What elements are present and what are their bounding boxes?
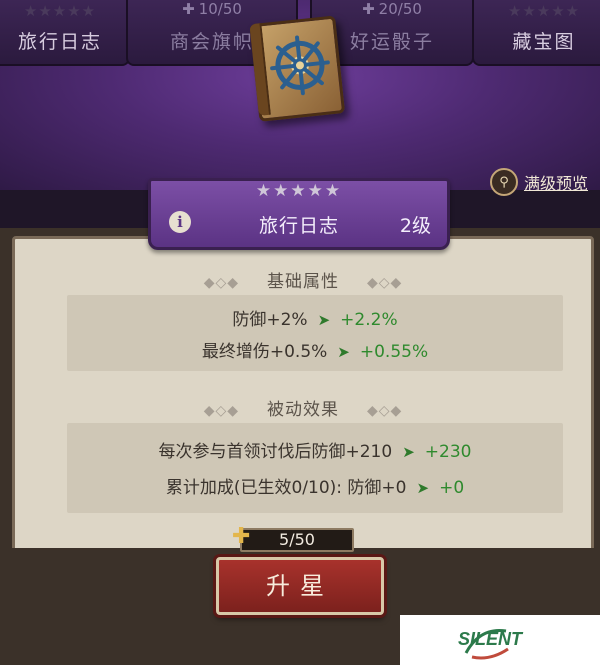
ornament-left-icon: ◆◇◆ bbox=[203, 275, 239, 291]
artifact-level: 2级 bbox=[399, 215, 431, 237]
stat-next: +2.2% bbox=[340, 310, 398, 330]
stat-next: +0.55% bbox=[359, 342, 429, 362]
artifact-banner: ★★★★★ i 旅行日志 2级 bbox=[148, 178, 450, 250]
passive-header: ◆◇◆ 被动效果 ◆◇◆ bbox=[15, 395, 591, 420]
puzzle-icon: ✚ bbox=[232, 524, 251, 549]
stat-current: 最终增伤+0.5% bbox=[201, 342, 328, 362]
section-title: 被动效果 bbox=[267, 400, 339, 420]
magnifier-icon: ⚲ bbox=[489, 168, 518, 196]
tab-label: 藏宝图 bbox=[512, 31, 576, 53]
tab-stars: ★★★★★ bbox=[507, 2, 581, 20]
tab-label: 旅行日志 bbox=[17, 31, 102, 53]
stat-current: 每次参与首领讨伐后防御+210 bbox=[158, 442, 393, 462]
stat-row: 每次参与首领讨伐后防御+210 ➤ +230 bbox=[67, 437, 563, 462]
watermark-text: SILENT bbox=[458, 629, 523, 649]
arrow-right-icon: ➤ bbox=[416, 479, 430, 497]
tab-stars: ★★★★★ bbox=[23, 2, 97, 20]
puzzle-icon: ✚ bbox=[182, 0, 195, 18]
section-title: 基础属性 bbox=[267, 272, 339, 292]
stat-row: 防御+2% ➤ +2.2% bbox=[67, 305, 563, 330]
puzzle-icon: ✚ bbox=[362, 0, 375, 18]
ornament-right-icon: ◆◇◆ bbox=[367, 275, 403, 291]
stat-row: 最终增伤+0.5% ➤ +0.55% bbox=[67, 337, 563, 362]
upgrade-star-button[interactable]: 升星 bbox=[216, 557, 384, 615]
full-level-preview[interactable]: ⚲ 满级预览 bbox=[489, 168, 588, 196]
tab-progress-value: 20/50 bbox=[378, 0, 422, 18]
stat-current: 累计加成(已生效0/10): 防御+0 bbox=[165, 478, 407, 498]
arrow-right-icon: ➤ bbox=[337, 343, 350, 361]
stat-current: 防御+2% bbox=[232, 310, 308, 330]
watermark-logo: SILENT bbox=[400, 615, 600, 665]
shard-progress: 5/50 bbox=[240, 528, 354, 552]
travel-log-book-icon bbox=[243, 9, 346, 122]
passive-box: 每次参与首领讨伐后防御+210 ➤ +230 累计加成(已生效0/10): 防御+0… bbox=[67, 423, 563, 513]
stat-next: +230 bbox=[424, 442, 472, 462]
stat-next: +0 bbox=[439, 478, 465, 498]
tab-progress: ✚ 20/50 bbox=[312, 0, 472, 18]
preview-label: 满级预览 bbox=[523, 174, 588, 193]
base-attrs-box: 防御+2% ➤ +2.2% 最终增伤+0.5% ➤ +0.55% bbox=[67, 295, 563, 371]
star-rating: ★★★★★ bbox=[255, 181, 343, 201]
tab-travel-log[interactable]: ★★★★★ 旅行日志 bbox=[0, 0, 130, 66]
base-attrs-header: ◆◇◆ 基础属性 ◆◇◆ bbox=[15, 267, 591, 292]
arrow-right-icon: ➤ bbox=[317, 311, 331, 329]
arrow-right-icon: ➤ bbox=[402, 443, 415, 461]
tab-treasure-map[interactable]: ★★★★★ 藏宝图 bbox=[472, 0, 600, 66]
ornament-right-icon: ◆◇◆ bbox=[367, 403, 403, 419]
ornament-left-icon: ◆◇◆ bbox=[203, 403, 239, 419]
stat-row: 累计加成(已生效0/10): 防御+0 ➤ +0 bbox=[67, 473, 563, 498]
stats-panel: ◆◇◆ 基础属性 ◆◇◆ 防御+2% ➤ +2.2% 最终增伤+0.5% ➤ +0.55% … bbox=[12, 236, 594, 554]
tab-progress-value: 10/50 bbox=[198, 0, 242, 18]
